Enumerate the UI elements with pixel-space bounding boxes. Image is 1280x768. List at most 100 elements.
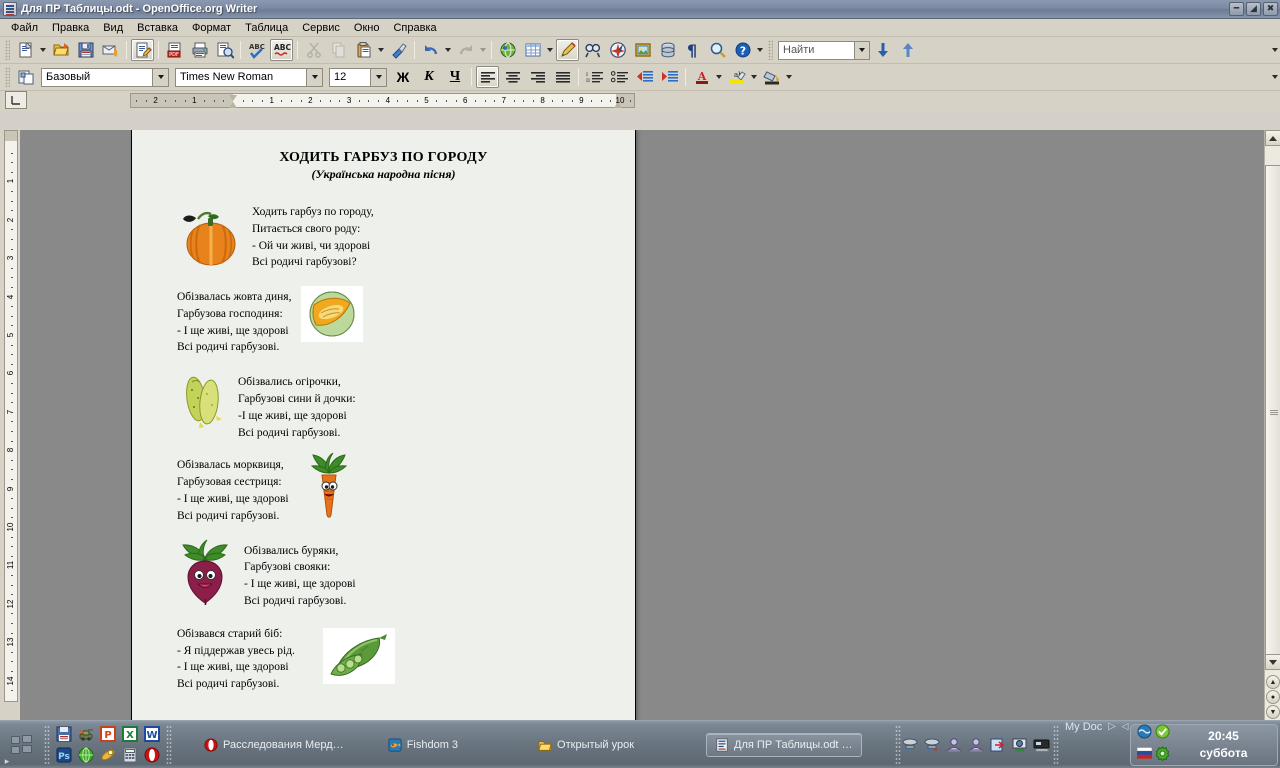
sky-icon[interactable] — [1137, 724, 1152, 744]
zoom-icon[interactable] — [706, 39, 729, 61]
horizontal-ruler[interactable]: 2 1 1 2 3 4 5 6 7 8 9 10 — [130, 93, 635, 108]
menu-window[interactable]: Окно — [347, 21, 387, 35]
task-button-fishdom[interactable]: Fishdom 3 — [380, 733, 466, 757]
floppy-save-icon[interactable] — [54, 725, 74, 743]
word-icon[interactable]: W — [142, 725, 162, 743]
scroll-down-button[interactable] — [1265, 654, 1280, 670]
paste-icon[interactable] — [352, 39, 375, 61]
show-desktop-button[interactable]: ▸ — [0, 754, 14, 768]
increase-indent-icon[interactable] — [658, 66, 681, 88]
align-right-icon[interactable] — [526, 66, 549, 88]
game-tank-icon[interactable] — [76, 725, 96, 743]
clock-area[interactable]: 20:45 суббота — [1130, 724, 1278, 766]
opera-icon[interactable] — [142, 746, 162, 764]
menu-tools[interactable]: Сервис — [295, 21, 347, 35]
export-pdf-icon[interactable]: PDF — [163, 39, 186, 61]
hyperlink-icon[interactable] — [496, 39, 519, 61]
previous-page-button[interactable]: ▲ — [1266, 675, 1280, 689]
clock[interactable]: 20:45 суббота — [1176, 728, 1271, 762]
font-size-dropdown-icon[interactable] — [370, 68, 386, 86]
undo-icon[interactable] — [419, 39, 442, 61]
formatting-toolbar-grip[interactable] — [5, 67, 10, 87]
draw-functions-icon[interactable] — [556, 39, 579, 61]
camera-icon[interactable] — [1011, 737, 1029, 753]
background-color-dropdown-icon[interactable] — [784, 66, 794, 88]
data-sources-icon[interactable] — [656, 39, 679, 61]
underline-button[interactable]: Ч — [443, 66, 467, 88]
find-toolbar-grip[interactable] — [768, 40, 773, 60]
tray-expand-icon[interactable]: ▷ — [1108, 721, 1120, 768]
paragraph-style-combo[interactable]: Базовый — [41, 67, 169, 87]
insert-table-icon[interactable] — [521, 39, 544, 61]
task-button-opera[interactable]: Расследования Мерд… — [196, 733, 352, 757]
menu-table[interactable]: Таблица — [238, 21, 295, 35]
paste-dropdown-icon[interactable] — [376, 39, 386, 61]
tab-selector-button[interactable] — [5, 91, 27, 109]
search-input[interactable]: Найти — [778, 40, 870, 60]
beet-image[interactable] — [174, 539, 236, 610]
indent-markers[interactable] — [229, 95, 238, 108]
melon-image[interactable] — [301, 286, 364, 347]
network-icon[interactable] — [901, 737, 919, 753]
font-name-combo[interactable]: Times New Roman — [175, 67, 323, 87]
bold-button[interactable]: Ж — [391, 66, 415, 88]
document-page[interactable]: ХОДИТЬ ГАРБУЗ ПО ГОРОДУ (Українська наро… — [131, 130, 636, 720]
open-folder-icon[interactable] — [49, 39, 72, 61]
pumpkin-image[interactable] — [176, 206, 246, 273]
font-name-dropdown-icon[interactable] — [306, 68, 322, 86]
toolbar-overflow-icon[interactable] — [755, 39, 765, 61]
find-toolbar-overflow-icon[interactable] — [1270, 39, 1280, 61]
page-canvas[interactable]: ХОДИТЬ ГАРБУЗ ПО ГОРОДУ (Українська наро… — [20, 130, 1264, 720]
photoshop-icon[interactable]: Ps — [54, 746, 74, 764]
vertical-scrollbar[interactable]: ▲ ● ▼ — [1264, 130, 1280, 720]
find-previous-icon[interactable] — [896, 39, 919, 61]
print-preview-icon[interactable] — [213, 39, 236, 61]
undo-dropdown-icon[interactable] — [443, 39, 453, 61]
cucumbers-image[interactable] — [176, 372, 232, 435]
comet-icon[interactable] — [98, 746, 118, 764]
numbered-list-icon[interactable]: I II — [583, 66, 606, 88]
gear-icon[interactable] — [1155, 746, 1170, 766]
italic-button[interactable]: К — [417, 66, 441, 88]
task-button-writer[interactable]: Для ПР Таблицы.odt … — [706, 732, 862, 757]
menu-edit[interactable]: Правка — [45, 21, 96, 35]
powerpoint-icon[interactable]: P — [98, 725, 118, 743]
menu-insert[interactable]: Вставка — [130, 21, 185, 35]
menu-format[interactable]: Формат — [185, 21, 238, 35]
russian-flag-icon[interactable] — [1136, 746, 1153, 766]
background-color-icon[interactable] — [760, 66, 783, 88]
peas-image[interactable] — [322, 627, 395, 689]
search-dropdown-icon[interactable] — [854, 41, 869, 59]
autospellcheck-icon[interactable]: ABC — [270, 39, 293, 61]
highlighting-icon[interactable]: ab — [725, 66, 748, 88]
font-size-combo[interactable]: 12 — [329, 67, 387, 87]
table-dropdown-icon[interactable] — [545, 39, 555, 61]
highlighting-dropdown-icon[interactable] — [749, 66, 759, 88]
paint-globe-icon[interactable] — [76, 746, 96, 764]
menu-file[interactable]: Файл — [4, 21, 45, 35]
apply-style-icon[interactable] — [14, 66, 37, 88]
paragraph-style-dropdown-icon[interactable] — [152, 68, 168, 86]
task-button-folder[interactable]: Открытый урок — [530, 733, 642, 757]
toolbar-grip[interactable] — [5, 40, 10, 60]
font-color-dropdown-icon[interactable] — [714, 66, 724, 88]
edit-file-icon[interactable] — [131, 39, 154, 61]
new-document-dropdown-icon[interactable] — [38, 39, 48, 61]
email-document-icon[interactable] — [99, 39, 122, 61]
menu-help[interactable]: Справка — [386, 21, 443, 35]
formatting-marks-icon[interactable]: ¶ — [681, 39, 704, 61]
save-icon[interactable] — [74, 39, 97, 61]
vertical-ruler[interactable]: 1 2 3 4 5 6 7 8 9 10 11 12 13 14 — [0, 130, 20, 720]
align-justify-icon[interactable] — [551, 66, 574, 88]
bulleted-list-icon[interactable] — [608, 66, 631, 88]
calculator-icon[interactable] — [120, 746, 140, 764]
check-icon[interactable] — [1155, 724, 1170, 744]
align-left-icon[interactable] — [476, 66, 499, 88]
print-icon[interactable] — [188, 39, 211, 61]
help-icon[interactable]: ? — [731, 39, 754, 61]
align-center-icon[interactable] — [501, 66, 524, 88]
close-button[interactable]: ✖ — [1263, 2, 1278, 16]
decrease-indent-icon[interactable] — [633, 66, 656, 88]
logoff-icon[interactable] — [989, 737, 1007, 753]
user-account-icon-2[interactable] — [967, 737, 985, 753]
